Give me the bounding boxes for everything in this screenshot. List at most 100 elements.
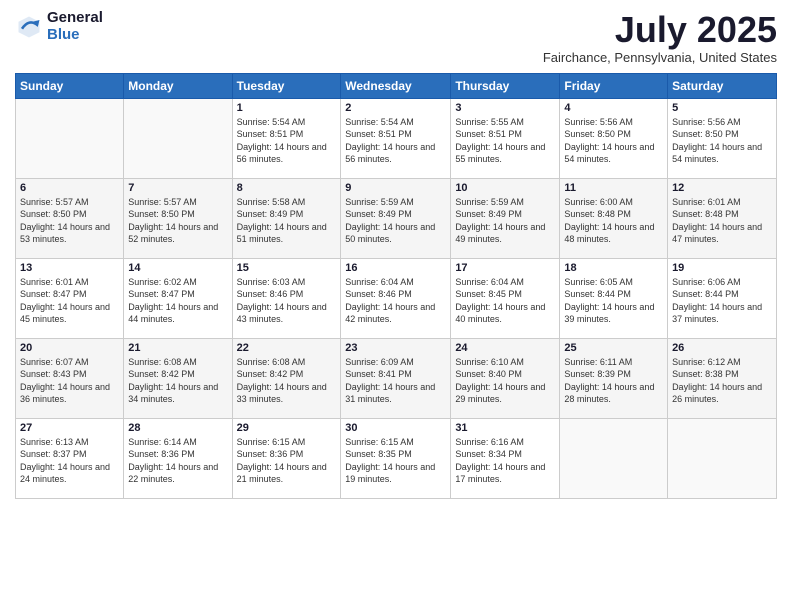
day-info: Sunrise: 6:11 AM Sunset: 8:39 PM Dayligh… <box>564 356 663 406</box>
day-info: Sunrise: 6:15 AM Sunset: 8:35 PM Dayligh… <box>345 436 446 486</box>
table-row <box>560 418 668 498</box>
day-info: Sunrise: 5:59 AM Sunset: 8:49 PM Dayligh… <box>345 196 446 246</box>
table-row: 15 Sunrise: 6:03 AM Sunset: 8:46 PM Dayli… <box>232 258 341 338</box>
table-row: 13 Sunrise: 6:01 AM Sunset: 8:47 PM Dayli… <box>16 258 124 338</box>
day-info: Sunrise: 6:04 AM Sunset: 8:46 PM Dayligh… <box>345 276 446 326</box>
table-row: 2 Sunrise: 5:54 AM Sunset: 8:51 PM Daylig… <box>341 98 451 178</box>
table-row: 19 Sunrise: 6:06 AM Sunset: 8:44 PM Dayli… <box>668 258 777 338</box>
table-row: 16Sunrise: 6:04 AM Sunset: 8:46 PM Dayli… <box>341 258 451 338</box>
day-info: Sunrise: 5:54 AM Sunset: 8:51 PM Dayligh… <box>345 116 446 166</box>
table-row: 29Sunrise: 6:15 AM Sunset: 8:36 PM Dayli… <box>232 418 341 498</box>
logo-general: General <box>47 10 103 27</box>
logo-text: General Blue <box>47 10 103 43</box>
day-number: 29 <box>237 422 337 434</box>
table-row: 8 Sunrise: 5:58 AM Sunset: 8:49 PM Daylig… <box>232 178 341 258</box>
day-number: 18 <box>564 262 663 274</box>
col-sunday: Sunday <box>16 73 124 98</box>
day-info: Sunrise: 5:55 AM Sunset: 8:51 PM Dayligh… <box>455 116 555 166</box>
generalblue-logo-icon <box>15 13 43 41</box>
day-info: Sunrise: 6:08 AM Sunset: 8:42 PM Dayligh… <box>237 356 337 406</box>
day-info: Sunrise: 5:57 AM Sunset: 8:50 PM Dayligh… <box>128 196 227 246</box>
day-number: 4 <box>564 102 663 114</box>
day-number: 15 <box>237 262 337 274</box>
day-info: Sunrise: 5:58 AM Sunset: 8:49 PM Dayligh… <box>237 196 337 246</box>
table-row <box>16 98 124 178</box>
day-number: 6 <box>20 182 119 194</box>
table-row: 12Sunrise: 6:01 AM Sunset: 8:48 PM Dayli… <box>668 178 777 258</box>
day-number: 24 <box>455 342 555 354</box>
day-info: Sunrise: 6:06 AM Sunset: 8:44 PM Dayligh… <box>672 276 772 326</box>
table-row: 25Sunrise: 6:11 AM Sunset: 8:39 PM Dayli… <box>560 338 668 418</box>
day-info: Sunrise: 6:14 AM Sunset: 8:36 PM Dayligh… <box>128 436 227 486</box>
day-info: Sunrise: 6:03 AM Sunset: 8:46 PM Dayligh… <box>237 276 337 326</box>
table-row: 23Sunrise: 6:09 AM Sunset: 8:41 PM Dayli… <box>341 338 451 418</box>
day-info: Sunrise: 5:56 AM Sunset: 8:50 PM Dayligh… <box>672 116 772 166</box>
day-number: 14 <box>128 262 227 274</box>
col-wednesday: Wednesday <box>341 73 451 98</box>
day-number: 30 <box>345 422 446 434</box>
logo: General Blue <box>15 10 103 43</box>
day-info: Sunrise: 5:54 AM Sunset: 8:51 PM Dayligh… <box>237 116 337 166</box>
day-info: Sunrise: 6:01 AM Sunset: 8:47 PM Dayligh… <box>20 276 119 326</box>
table-row: 6 Sunrise: 5:57 AM Sunset: 8:50 PM Daylig… <box>16 178 124 258</box>
day-info: Sunrise: 6:05 AM Sunset: 8:44 PM Dayligh… <box>564 276 663 326</box>
title-block: July 2025 Fairchance, Pennsylvania, Unit… <box>543 10 777 65</box>
day-info: Sunrise: 6:08 AM Sunset: 8:42 PM Dayligh… <box>128 356 227 406</box>
calendar-table: Sunday Monday Tuesday Wednesday Thursday… <box>15 73 777 499</box>
day-number: 27 <box>20 422 119 434</box>
calendar-week-row: 27Sunrise: 6:13 AM Sunset: 8:37 PM Dayli… <box>16 418 777 498</box>
table-row: 14 Sunrise: 6:02 AM Sunset: 8:47 PM Dayli… <box>124 258 232 338</box>
table-row <box>124 98 232 178</box>
day-info: Sunrise: 5:57 AM Sunset: 8:50 PM Dayligh… <box>20 196 119 246</box>
col-friday: Friday <box>560 73 668 98</box>
col-tuesday: Tuesday <box>232 73 341 98</box>
day-number: 17 <box>455 262 555 274</box>
col-monday: Monday <box>124 73 232 98</box>
table-row: 17Sunrise: 6:04 AM Sunset: 8:45 PM Dayli… <box>451 258 560 338</box>
day-number: 28 <box>128 422 227 434</box>
day-number: 19 <box>672 262 772 274</box>
table-row: 1 Sunrise: 5:54 AM Sunset: 8:51 PM Daylig… <box>232 98 341 178</box>
logo-blue: Blue <box>47 27 103 44</box>
day-number: 22 <box>237 342 337 354</box>
day-number: 5 <box>672 102 772 114</box>
day-number: 9 <box>345 182 446 194</box>
day-number: 8 <box>237 182 337 194</box>
table-row: 10 Sunrise: 5:59 AM Sunset: 8:49 PM Dayli… <box>451 178 560 258</box>
col-saturday: Saturday <box>668 73 777 98</box>
day-number: 1 <box>237 102 337 114</box>
table-row: 24 Sunrise: 6:10 AM Sunset: 8:40 PM Dayli… <box>451 338 560 418</box>
table-row: 3Sunrise: 5:55 AM Sunset: 8:51 PM Daylig… <box>451 98 560 178</box>
table-row: 28 Sunrise: 6:14 AM Sunset: 8:36 PM Dayli… <box>124 418 232 498</box>
day-number: 10 <box>455 182 555 194</box>
table-row: 5 Sunrise: 5:56 AM Sunset: 8:50 PM Daylig… <box>668 98 777 178</box>
calendar-week-row: 6 Sunrise: 5:57 AM Sunset: 8:50 PM Daylig… <box>16 178 777 258</box>
day-number: 21 <box>128 342 227 354</box>
month-title: July 2025 <box>543 10 777 50</box>
day-number: 31 <box>455 422 555 434</box>
calendar-week-row: 1 Sunrise: 5:54 AM Sunset: 8:51 PM Daylig… <box>16 98 777 178</box>
calendar-week-row: 13 Sunrise: 6:01 AM Sunset: 8:47 PM Dayli… <box>16 258 777 338</box>
calendar-header-row: Sunday Monday Tuesday Wednesday Thursday… <box>16 73 777 98</box>
col-thursday: Thursday <box>451 73 560 98</box>
day-info: Sunrise: 6:02 AM Sunset: 8:47 PM Dayligh… <box>128 276 227 326</box>
table-row: 7Sunrise: 5:57 AM Sunset: 8:50 PM Daylig… <box>124 178 232 258</box>
day-info: Sunrise: 6:10 AM Sunset: 8:40 PM Dayligh… <box>455 356 555 406</box>
day-number: 23 <box>345 342 446 354</box>
day-number: 20 <box>20 342 119 354</box>
table-row: 26Sunrise: 6:12 AM Sunset: 8:38 PM Dayli… <box>668 338 777 418</box>
day-number: 12 <box>672 182 772 194</box>
calendar-week-row: 20Sunrise: 6:07 AM Sunset: 8:43 PM Dayli… <box>16 338 777 418</box>
page: General Blue July 2025 Fairchance, Penns… <box>0 0 792 612</box>
table-row <box>668 418 777 498</box>
table-row: 9 Sunrise: 5:59 AM Sunset: 8:49 PM Daylig… <box>341 178 451 258</box>
day-info: Sunrise: 6:00 AM Sunset: 8:48 PM Dayligh… <box>564 196 663 246</box>
table-row: 11Sunrise: 6:00 AM Sunset: 8:48 PM Dayli… <box>560 178 668 258</box>
day-number: 13 <box>20 262 119 274</box>
day-info: Sunrise: 5:56 AM Sunset: 8:50 PM Dayligh… <box>564 116 663 166</box>
day-number: 2 <box>345 102 446 114</box>
table-row: 18 Sunrise: 6:05 AM Sunset: 8:44 PM Dayli… <box>560 258 668 338</box>
table-row: 31Sunrise: 6:16 AM Sunset: 8:34 PM Dayli… <box>451 418 560 498</box>
table-row: 4 Sunrise: 5:56 AM Sunset: 8:50 PM Daylig… <box>560 98 668 178</box>
day-info: Sunrise: 5:59 AM Sunset: 8:49 PM Dayligh… <box>455 196 555 246</box>
